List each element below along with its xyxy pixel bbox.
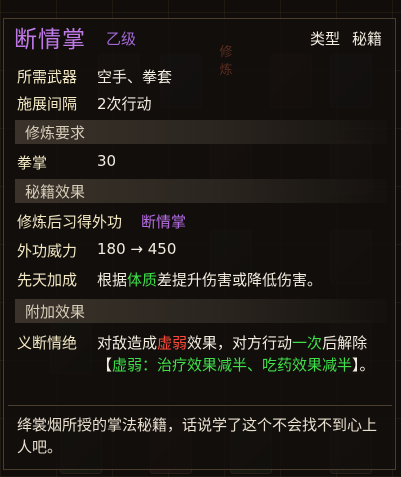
item-type-label: 类型 (309, 30, 340, 48)
effect-row-skill: 修炼后习得外功 断情掌 (17, 211, 387, 233)
count-keyword: 一次 (292, 334, 323, 352)
requirement-label: 拳掌 (17, 154, 48, 172)
flavor-text: 绛裳烟所授的掌法秘籍，话说学了这个不会找不到心上人吧。 (17, 416, 378, 456)
stat-row-weapon: 所需武器 空手、拳套 (17, 66, 387, 88)
stat-label: 施展间隔 (17, 95, 78, 113)
extra-effect-label: 义断情绝 (17, 334, 78, 352)
item-title: 断情掌 (14, 27, 86, 53)
stat-value: 空手、拳套 (97, 68, 173, 86)
item-grade: 乙级 (106, 30, 137, 48)
innate-text: 根据体质差提升伤害或降低伤害。 (97, 271, 323, 289)
debuff-detail: 虚弱：治疗效果减半、吃药效果减半 (112, 356, 353, 374)
debuff-keyword: 虚弱 (157, 334, 188, 352)
item-type-value: 秘籍 (351, 30, 382, 48)
requirement-row: 拳掌 30 (17, 152, 387, 174)
effect-value: 180 → 450 (97, 240, 177, 258)
innate-bonus-row: 先天加成 根据体质差提升伤害或降低伤害。 (17, 269, 387, 291)
extra-effect-description: 对敌造成虚弱效果，对方行动一次后解除 【虚弱：治疗效果减半、吃药效果减半】。 (97, 334, 375, 374)
effect-row-power: 外功威力 180 → 450 (17, 240, 387, 262)
section-title: 附加效果 (25, 303, 86, 321)
stat-label: 所需武器 (17, 68, 78, 86)
section-effects: 秘籍效果 (15, 179, 387, 203)
stat-row-interval: 施展间隔 2次行动 (17, 93, 387, 115)
requirement-value: 30 (97, 152, 117, 170)
section-requirements: 修炼要求 (15, 120, 387, 144)
innate-label: 先天加成 (17, 271, 78, 289)
effect-label: 修炼后习得外功 (17, 213, 123, 231)
section-extra: 附加效果 (15, 299, 387, 323)
stat-value: 2次行动 (97, 95, 152, 113)
learned-skill-name: 断情掌 (141, 213, 187, 231)
tooltip-header: 断情掌 乙级 类型 秘籍 (14, 20, 386, 53)
section-title: 秘籍效果 (25, 183, 86, 201)
section-title: 修炼要求 (25, 124, 86, 142)
attribute-highlight: 体质 (127, 271, 158, 289)
divider (8, 405, 392, 406)
effect-label: 外功威力 (17, 242, 78, 260)
